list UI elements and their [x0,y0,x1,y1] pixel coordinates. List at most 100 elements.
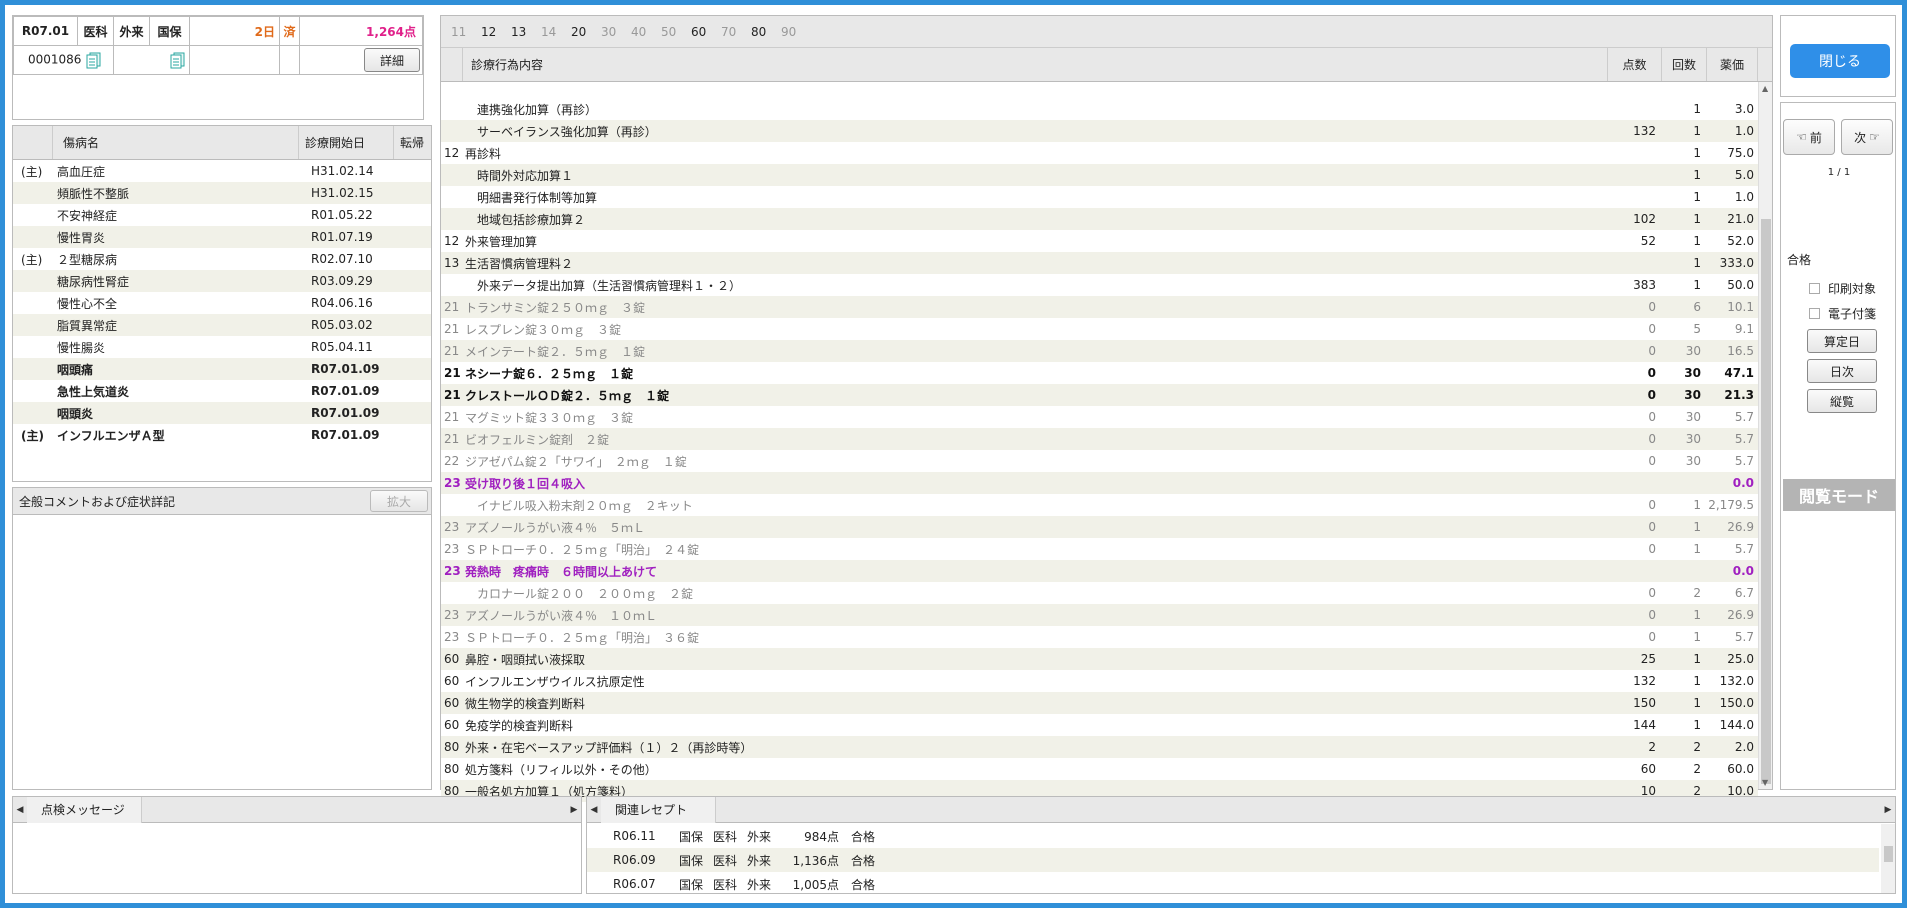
grid-row[interactable]: 21 トランサミン錠２５０ｍｇ ３錠 0 6 10.1 [441,296,1758,318]
row-count: 1 [1693,696,1701,710]
scroll-up-icon[interactable]: ▲ [1762,84,1768,93]
grid-row[interactable]: 23 発熱時 疼痛時 ６時間以上あけて 0.0 [441,560,1758,582]
grid-row[interactable]: 21 マグミット錠３３０ｍｇ ３錠 0 30 5.7 [441,406,1758,428]
vertical-button[interactable]: 縦覧 [1807,389,1877,413]
disease-row[interactable]: (主) インフルエンザＡ型 R07.01.09 [13,424,431,446]
grid-row[interactable]: サーベイランス強化加算（再診） 132 1 1.0 [441,120,1758,142]
tab-90[interactable]: 90 [781,25,811,39]
grid-row[interactable]: 80 外来・在宅ベースアップ評価料（１）２（再診時等） 2 2 2.0 [441,736,1758,758]
related-row[interactable]: R06.07 国保 医科 外来 1,005点 合格 [587,872,1879,893]
disease-row[interactable]: 咽頭炎 R07.01.09 [13,402,431,424]
tab-40[interactable]: 40 [631,25,661,39]
print-checkbox[interactable]: 印刷対象 [1809,280,1876,297]
checkbox-icon[interactable] [1809,283,1820,294]
disease-row[interactable]: (主) ２型糖尿病 R02.07.10 [13,248,431,270]
tab-30[interactable]: 30 [601,25,631,39]
grid-row[interactable]: 23 ＳＰトローチ０．２５ｍｇ「明治」 ３６錠 0 1 5.7 [441,626,1758,648]
tab-14[interactable]: 14 [541,25,571,39]
tab-50[interactable]: 50 [661,25,691,39]
col-disease-name[interactable]: 傷病名 [53,126,299,159]
checkbox-icon[interactable] [1809,308,1820,319]
disease-row[interactable]: 慢性腸炎 R05.04.11 [13,336,431,358]
grid-row[interactable]: 21 メインテート錠２．５ｍｇ １錠 0 30 16.5 [441,340,1758,362]
grid-row[interactable]: 12 外来管理加算 52 1 52.0 [441,230,1758,252]
disease-row[interactable]: 糖尿病性腎症 R03.09.29 [13,270,431,292]
row-content: 外来データ提出加算（生活習慣病管理料１・２） [465,278,742,293]
disease-row[interactable]: (主) 高血圧症 H31.02.14 [13,160,431,182]
calc-day-button[interactable]: 算定日 [1807,329,1877,353]
disease-start-date: H31.02.15 [311,186,374,200]
related-scrollbar[interactable] [1881,824,1895,893]
disease-row[interactable]: 頻脈性不整脈 H31.02.15 [13,182,431,204]
grid-row[interactable]: 12 再診料 1 75.0 [441,142,1758,164]
grid-row[interactable]: 21 クレストールＯＤ錠２．５ｍｇ １錠 0 30 21.3 [441,384,1758,406]
document-icon[interactable] [85,51,103,69]
tab-70[interactable]: 70 [721,25,751,39]
comment-area[interactable] [13,515,431,785]
grid-row[interactable]: カロナール錠２００ ２００ｍｇ ２錠 0 2 6.7 [441,582,1758,604]
related-type: 外来 [747,877,772,892]
treatment-grid: 11 12 13 14 20 30 40 50 60 70 80 90 診療行為内容 点数 回数 薬価… [440,15,1773,802]
grid-row[interactable]: イナビル吸入粉末剤２０ｍｇ ２キット 0 1 2,179.5 [441,494,1758,516]
grid-row[interactable]: 地域包括診療加算２ 102 1 21.0 [441,208,1758,230]
col-points[interactable]: 点数 [1608,48,1662,81]
related-tab[interactable]: 関連レセプト [601,796,716,823]
tab-13[interactable]: 13 [511,25,541,39]
grid-row[interactable]: 21 レスプレン錠３０ｍｇ ３錠 0 5 9.1 [441,318,1758,340]
related-row[interactable]: R06.09 国保 医科 外来 1,136点 合格 [587,848,1879,872]
disease-row[interactable]: 咽頭痛 R07.01.09 [13,358,431,380]
document-icon[interactable] [169,51,187,69]
arrow-right-icon[interactable]: ▶ [567,797,581,823]
next-button[interactable]: 次 ☞ [1841,119,1893,155]
scroll-thumb[interactable] [1884,846,1893,862]
scroll-thumb[interactable] [1761,219,1771,784]
grid-row[interactable]: 21 ビオフェルミン錠剤 ２錠 0 30 5.7 [441,428,1758,450]
message-tab[interactable]: 点検メッセージ [27,796,142,823]
disease-row[interactable]: 慢性心不全 R04.06.16 [13,292,431,314]
col-count[interactable]: 回数 [1662,48,1707,81]
grid-row[interactable]: 60 微生物学的検査判断料 150 1 150.0 [441,692,1758,714]
detail-button[interactable]: 詳細 [364,48,420,72]
col-outcome[interactable]: 転帰 [394,126,431,159]
col-content[interactable]: 診療行為内容 [463,48,1608,81]
tab-60[interactable]: 60 [691,25,721,39]
grid-row[interactable]: 外来データ提出加算（生活習慣病管理料１・２） 383 1 50.0 [441,274,1758,296]
arrow-left-icon[interactable]: ◀ [13,797,27,823]
scroll-down-icon[interactable]: ▼ [1762,778,1768,787]
grid-row[interactable]: 21 ネシーナ錠６．２５ｍｇ １錠 0 30 47.1 [441,362,1758,384]
grid-row[interactable]: 時間外対応加算１ 1 5.0 [441,164,1758,186]
disease-row[interactable]: 急性上気道炎 R07.01.09 [13,380,431,402]
daily-button[interactable]: 日次 [1807,359,1877,383]
grid-row[interactable]: 13 生活習慣病管理料２ 1 333.0 [441,252,1758,274]
grid-row[interactable]: 23 アズノールうがい液４％ ５ｍＬ 0 1 26.9 [441,516,1758,538]
grid-row[interactable]: 60 鼻腔・咽頭拭い液採取 25 1 25.0 [441,648,1758,670]
grid-row[interactable]: 80 処方箋料（リフィル以外・その他） 60 2 60.0 [441,758,1758,780]
tab-20[interactable]: 20 [571,25,601,39]
col-price[interactable]: 薬価 [1707,48,1758,81]
grid-row[interactable]: 23 ＳＰトローチ０．２５ｍｇ「明治」 ２４錠 0 1 5.7 [441,538,1758,560]
grid-row[interactable]: 23 受け取り後１回４吸入 0.0 [441,472,1758,494]
col-start-date[interactable]: 診療開始日 [299,126,394,159]
disease-row[interactable]: 慢性胃炎 R01.07.19 [13,226,431,248]
grid-row[interactable]: 連携強化加算（再診） 1 3.0 [441,98,1758,120]
close-button[interactable]: 閉じる [1790,44,1890,78]
side-controls: ☜ 前 次 ☞ 1 / 1 合格 印刷対象 電子付箋 算定日 日次 縦覧 閲覧モ… [1780,102,1896,790]
grid-row[interactable]: 60 インフルエンザウイルス抗原定性 132 1 132.0 [441,670,1758,692]
tab-12[interactable]: 12 [481,25,511,39]
attach-checkbox[interactable]: 電子付箋 [1809,305,1876,322]
disease-row[interactable]: 不安神経症 R01.05.22 [13,204,431,226]
grid-row[interactable]: 明細書発行体制等加算 1 1.0 [441,186,1758,208]
disease-row[interactable]: 脂質異常症 R05.03.02 [13,314,431,336]
tab-80[interactable]: 80 [751,25,781,39]
grid-row[interactable]: 60 免疫学的検査判断料 144 1 144.0 [441,714,1758,736]
expand-button[interactable]: 拡大 [370,490,428,512]
arrow-right-icon[interactable]: ▶ [1881,797,1895,823]
related-row[interactable]: R06.11 国保 医科 外来 984点 合格 [587,824,1879,848]
related-result: 合格 [851,829,876,844]
grid-row[interactable]: 23 アズノールうがい液４％ １０ｍＬ 0 1 26.9 [441,604,1758,626]
grid-scrollbar[interactable]: ▲ ▼ [1758,82,1772,789]
tab-11[interactable]: 11 [451,25,481,39]
arrow-left-icon[interactable]: ◀ [587,797,601,823]
grid-row[interactable]: 22 ジアゼパム錠２「サワイ」 ２ｍｇ １錠 0 30 5.7 [441,450,1758,472]
prev-button[interactable]: ☜ 前 [1783,119,1835,155]
